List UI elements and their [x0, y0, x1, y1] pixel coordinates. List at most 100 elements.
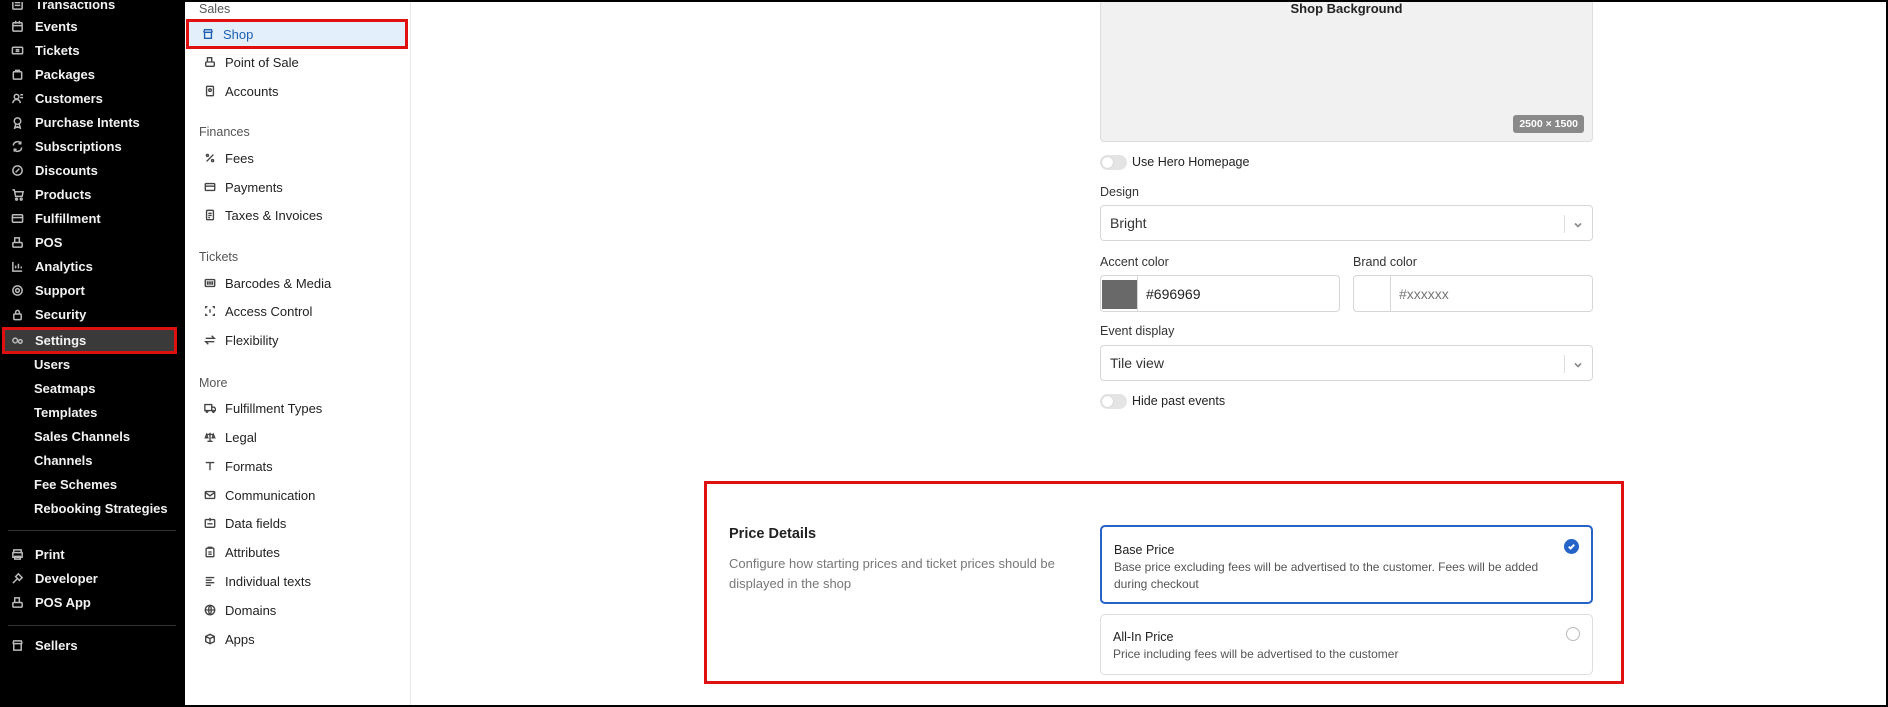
nav-item-pos[interactable]: POS — [0, 231, 185, 253]
nav-label: Analytics — [35, 258, 93, 274]
subnav-item-flexibility[interactable]: Flexibility — [190, 327, 390, 353]
subnav-item-payments[interactable]: Payments — [190, 174, 390, 200]
subnav-item-shop[interactable]: Shop — [186, 19, 408, 49]
design-select[interactable]: Bright — [1100, 205, 1593, 241]
nav-sub-label: Seatmaps — [34, 380, 96, 396]
subnav-label: Attributes — [225, 544, 280, 560]
option-title: Base Price — [1114, 543, 1175, 557]
price-option-base[interactable]: Base Price Base price excluding fees wil… — [1100, 525, 1593, 604]
accent-color-swatch[interactable] — [1102, 280, 1137, 309]
chart-icon — [10, 259, 24, 273]
nav-item-developer[interactable]: Developer — [0, 567, 185, 589]
subnav-label: Fulfillment Types — [225, 400, 323, 416]
nav-sub-templates[interactable]: Templates — [0, 401, 185, 423]
subnav-item-apps[interactable]: Apps — [190, 626, 390, 652]
truck-icon — [10, 211, 24, 225]
subnav-label: Accounts — [225, 83, 279, 99]
subnav-label: Flexibility — [225, 332, 279, 348]
nav-sub-label: Templates — [34, 404, 98, 420]
select-separator — [1564, 215, 1565, 233]
nav-item-sellers[interactable]: Sellers — [0, 634, 185, 656]
ticket-icon — [10, 43, 24, 57]
design-value: Bright — [1110, 215, 1147, 231]
subnav-item-attributes[interactable]: Attributes — [190, 539, 390, 565]
text-icon — [203, 460, 216, 473]
nav-item-subscriptions[interactable]: Subscriptions — [0, 135, 185, 157]
nav-item-security[interactable]: Security — [0, 303, 185, 325]
nav-item-discounts[interactable]: Discounts — [0, 159, 185, 181]
subnav-label: Apps — [225, 631, 255, 647]
hero-homepage-label: Use Hero Homepage — [1132, 155, 1250, 169]
receipt-icon — [10, 0, 24, 11]
nav-label: Tickets — [35, 42, 80, 58]
accent-color-input[interactable] — [1146, 286, 1326, 302]
subnav-item-fees[interactable]: Fees — [190, 145, 390, 171]
brand-color-input[interactable] — [1399, 286, 1579, 302]
subnav-item-formats[interactable]: Formats — [190, 453, 390, 479]
subnav-item-access-control[interactable]: Access Control — [190, 298, 390, 324]
subnav-label: Shop — [223, 26, 254, 42]
nav-label: POS — [35, 234, 63, 250]
nav-item-transactions[interactable]: Transactions — [0, 0, 185, 15]
package-icon — [10, 67, 24, 81]
subnav-item-data-fields[interactable]: Data fields — [190, 510, 390, 536]
subnav-item-accounts[interactable]: Accounts — [190, 78, 390, 104]
nav-sub-channels[interactable]: Channels — [0, 449, 185, 471]
radio-checked-icon[interactable] — [1564, 539, 1579, 554]
brand-color-field[interactable] — [1353, 275, 1593, 312]
subnav-item-fulfillment-types[interactable]: Fulfillment Types — [190, 395, 390, 421]
subnav-label: Communication — [225, 487, 316, 503]
nav-item-pos-app[interactable]: POS App — [0, 591, 185, 613]
shop-background-upload[interactable]: Shop Background 2500 × 1500 — [1100, 0, 1593, 142]
nav-item-analytics[interactable]: Analytics — [0, 255, 185, 277]
nav-sub-fee-schemes[interactable]: Fee Schemes — [0, 473, 185, 495]
subnav-label: Barcodes & Media — [225, 275, 332, 291]
nav-item-settings[interactable]: Settings — [2, 327, 177, 354]
chevron-down-icon — [1572, 218, 1584, 230]
store-icon — [201, 28, 214, 41]
customers-icon — [10, 91, 24, 105]
brand-color-swatch[interactable] — [1355, 280, 1390, 309]
nav-label: Subscriptions — [35, 138, 122, 154]
subnav-item-communication[interactable]: Communication — [190, 482, 390, 508]
subnav-item-legal[interactable]: Legal — [190, 424, 390, 450]
subnav-item-taxes-invoices[interactable]: Taxes & Invoices — [190, 202, 390, 228]
subnav-item-domains[interactable]: Domains — [190, 597, 390, 623]
nav-item-tickets[interactable]: Tickets — [0, 39, 185, 61]
radio-unchecked-icon[interactable] — [1566, 627, 1580, 641]
nav-item-products[interactable]: Products — [0, 183, 185, 205]
nav-sub-sales-channels[interactable]: Sales Channels — [0, 425, 185, 447]
nav-sub-users[interactable]: Users — [0, 353, 185, 375]
price-option-all-in[interactable]: All-In Price Price including fees will b… — [1100, 614, 1593, 675]
subnav-item-individual-texts[interactable]: Individual texts — [190, 568, 390, 594]
nav-sub-rebooking-strategies[interactable]: Rebooking Strategies — [0, 497, 185, 519]
accent-color-field[interactable] — [1100, 275, 1340, 312]
nav-item-fulfillment[interactable]: Fulfillment — [0, 207, 185, 229]
subnav-label: Domains — [225, 602, 277, 618]
subnav-label: Individual texts — [225, 573, 311, 589]
group-sales: Sales — [199, 2, 231, 16]
event-display-select[interactable]: Tile view — [1100, 345, 1593, 381]
register-icon — [10, 235, 24, 249]
refresh-icon — [10, 139, 24, 153]
print-icon — [10, 547, 24, 561]
nav-sub-seatmaps[interactable]: Seatmaps — [0, 377, 185, 399]
subnav-item-barcodes-media[interactable]: Barcodes & Media — [190, 270, 390, 296]
nav-item-events[interactable]: Events — [0, 15, 185, 37]
nav-item-purchase-intents[interactable]: Purchase Intents — [0, 111, 185, 133]
design-label: Design — [1100, 185, 1139, 199]
hero-homepage-toggle[interactable] — [1100, 155, 1127, 170]
clipboard-icon — [203, 546, 216, 559]
nav-item-support[interactable]: Support — [0, 279, 185, 301]
nav-label: Events — [35, 18, 78, 34]
nav-item-print[interactable]: Print — [0, 543, 185, 565]
lock-icon — [10, 307, 24, 321]
hide-past-events-toggle[interactable] — [1100, 394, 1127, 409]
developer-icon — [10, 571, 24, 585]
nav-item-packages[interactable]: Packages — [0, 63, 185, 85]
option-description: Base price excluding fees will be advert… — [1114, 560, 1539, 591]
subnav-item-point-of-sale[interactable]: Point of Sale — [190, 49, 390, 75]
nav-label: Customers — [35, 90, 103, 106]
nav-item-customers[interactable]: Customers — [0, 87, 185, 109]
mail-icon — [203, 489, 216, 502]
